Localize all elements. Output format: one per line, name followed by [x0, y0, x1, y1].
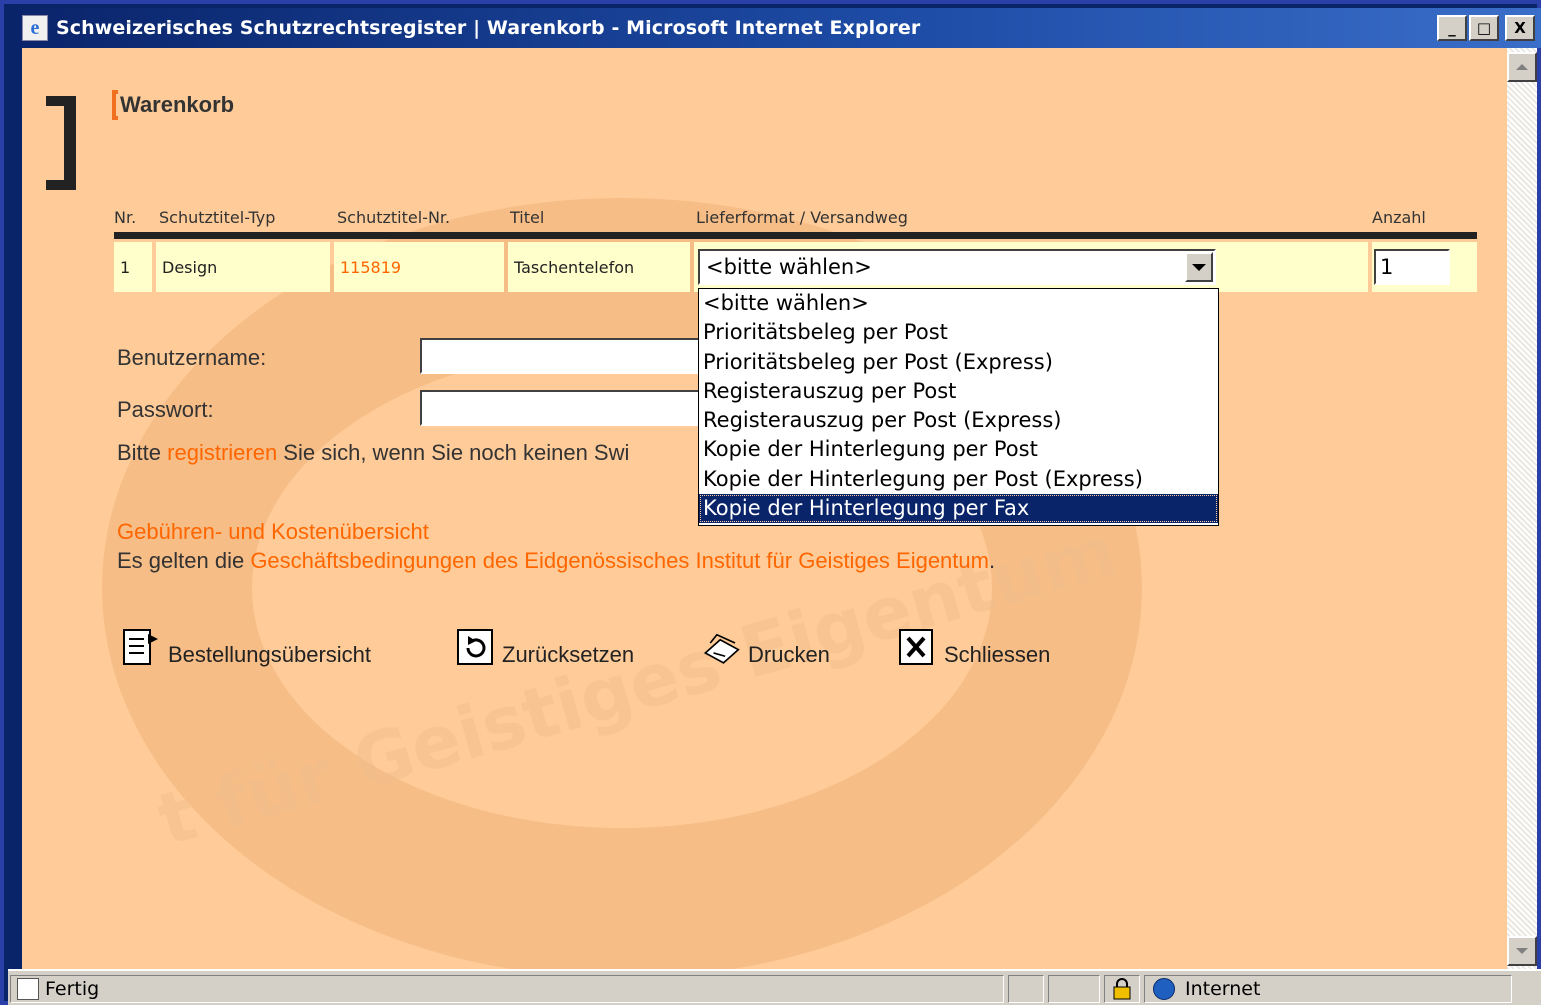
status-panel-empty [1008, 975, 1044, 1003]
maximize-button[interactable]: □ [1469, 15, 1499, 41]
window-controls: _ □ X [1437, 15, 1535, 41]
dropdown-option[interactable]: <bitte wählen> [699, 289, 1218, 318]
overview-label: Bestellungsübersicht [168, 642, 372, 667]
status-bar: Fertig Internet [8, 969, 1541, 1005]
dropdown-option[interactable]: Kopie der Hinterlegung per Post (Express… [699, 465, 1218, 494]
close-icon [898, 628, 936, 668]
cell-nummer-link[interactable]: 115819 [334, 242, 504, 292]
ie-icon: e [22, 15, 48, 41]
page-content: t für Geistiges Eigentum Warenkorb Nr. S… [22, 48, 1507, 969]
zone-panel: Internet [1144, 975, 1512, 1003]
quantity-input[interactable]: 1 [1374, 249, 1450, 285]
terms-link[interactable]: Geschäftsbedingungen des Eidgenössisches… [250, 548, 989, 573]
fees-link[interactable]: Gebühren- und Kostenübersicht [117, 519, 429, 545]
table-header: Nr. Schutztitel-Typ Schutztitel-Nr. Tite… [114, 208, 1477, 230]
cell-nr: 1 [114, 242, 152, 292]
close-label: Schliessen [944, 642, 1051, 667]
username-field[interactable] [420, 338, 700, 374]
username-label: Benutzername: [117, 345, 267, 370]
password-label: Passwort: [117, 397, 214, 422]
title-accent [112, 90, 118, 120]
page-title: Warenkorb [120, 92, 235, 117]
register-text-before: Bitte [117, 440, 168, 465]
terms-text: Es gelten die Geschäftsbedingungen des E… [117, 548, 995, 574]
logo-bracket [46, 96, 76, 190]
status-panel: Fertig [10, 975, 1004, 1003]
print-label: Drucken [748, 642, 830, 667]
header-titel: Titel [510, 208, 545, 227]
terms-text-before: Es gelten die [117, 548, 251, 573]
minimize-button[interactable]: _ [1437, 15, 1467, 41]
window-title: Schweizerisches Schutzrechtsregister | W… [56, 17, 921, 39]
header-lieferformat: Lieferformat / Versandweg [696, 208, 908, 227]
scroll-down-button[interactable] [1507, 936, 1537, 966]
dropdown-option[interactable]: Prioritätsbeleg per Post (Express) [699, 348, 1218, 377]
reset-icon [456, 628, 494, 668]
header-typ: Schutztitel-Typ [159, 208, 276, 227]
cell-titel: Taschentelefon [508, 242, 690, 292]
dropdown-option[interactable]: Registerauszug per Post (Express) [699, 406, 1218, 435]
header-anzahl: Anzahl [1372, 208, 1426, 227]
page-title-block: Warenkorb [112, 90, 234, 120]
dropdown-option[interactable]: Prioritätsbeleg per Post [699, 318, 1218, 347]
vertical-scrollbar[interactable] [1507, 48, 1537, 969]
close-window-button[interactable]: X [1505, 15, 1535, 41]
title-bar[interactable]: e Schweizerisches Schutzrechtsregister |… [8, 8, 1541, 48]
browser-window: e Schweizerisches Schutzrechtsregister |… [0, 0, 1541, 1005]
status-text: Fertig [45, 978, 100, 1000]
dropdown-option[interactable]: Registerauszug per Post [699, 377, 1218, 406]
dropdown-option[interactable]: Kopie der Hinterlegung per Post [699, 435, 1218, 464]
terms-text-after: . [988, 548, 996, 573]
header-nr: Nr. [114, 208, 137, 227]
reset-button[interactable]: Zurücksetzen [456, 628, 634, 668]
scroll-up-button[interactable] [1507, 52, 1537, 82]
reset-label: Zurücksetzen [502, 642, 635, 667]
table-rule [114, 232, 1477, 239]
lieferformat-select[interactable]: <bitte wählen> [698, 249, 1216, 285]
status-panel-empty [1048, 975, 1100, 1003]
register-hint: Bitte registrieren Sie sich, wenn Sie no… [117, 440, 629, 466]
globe-icon [1153, 978, 1175, 1000]
register-text-after: Sie sich, wenn Sie noch keinen Swi [277, 440, 630, 465]
header-nummer: Schutztitel-Nr. [337, 208, 451, 227]
dropdown-option-highlighted[interactable]: Kopie der Hinterlegung per Fax [699, 494, 1218, 524]
cell-typ: Design [156, 242, 330, 292]
document-arrow-icon [122, 628, 160, 668]
lieferformat-dropdown-list: <bitte wählen> Prioritätsbeleg per Post … [698, 288, 1219, 526]
overview-button[interactable]: Bestellungsübersicht [122, 628, 371, 668]
register-link[interactable]: registrieren [167, 440, 277, 465]
print-button[interactable]: Drucken [702, 628, 830, 668]
select-value: <bitte wählen> [706, 255, 872, 279]
zone-text: Internet [1185, 978, 1261, 1000]
printer-icon [702, 628, 740, 668]
chevron-down-icon[interactable] [1185, 252, 1213, 282]
lock-icon [1104, 975, 1140, 1003]
close-button[interactable]: Schliessen [898, 628, 1050, 668]
password-field[interactable] [420, 390, 700, 426]
page-icon [17, 978, 39, 1000]
